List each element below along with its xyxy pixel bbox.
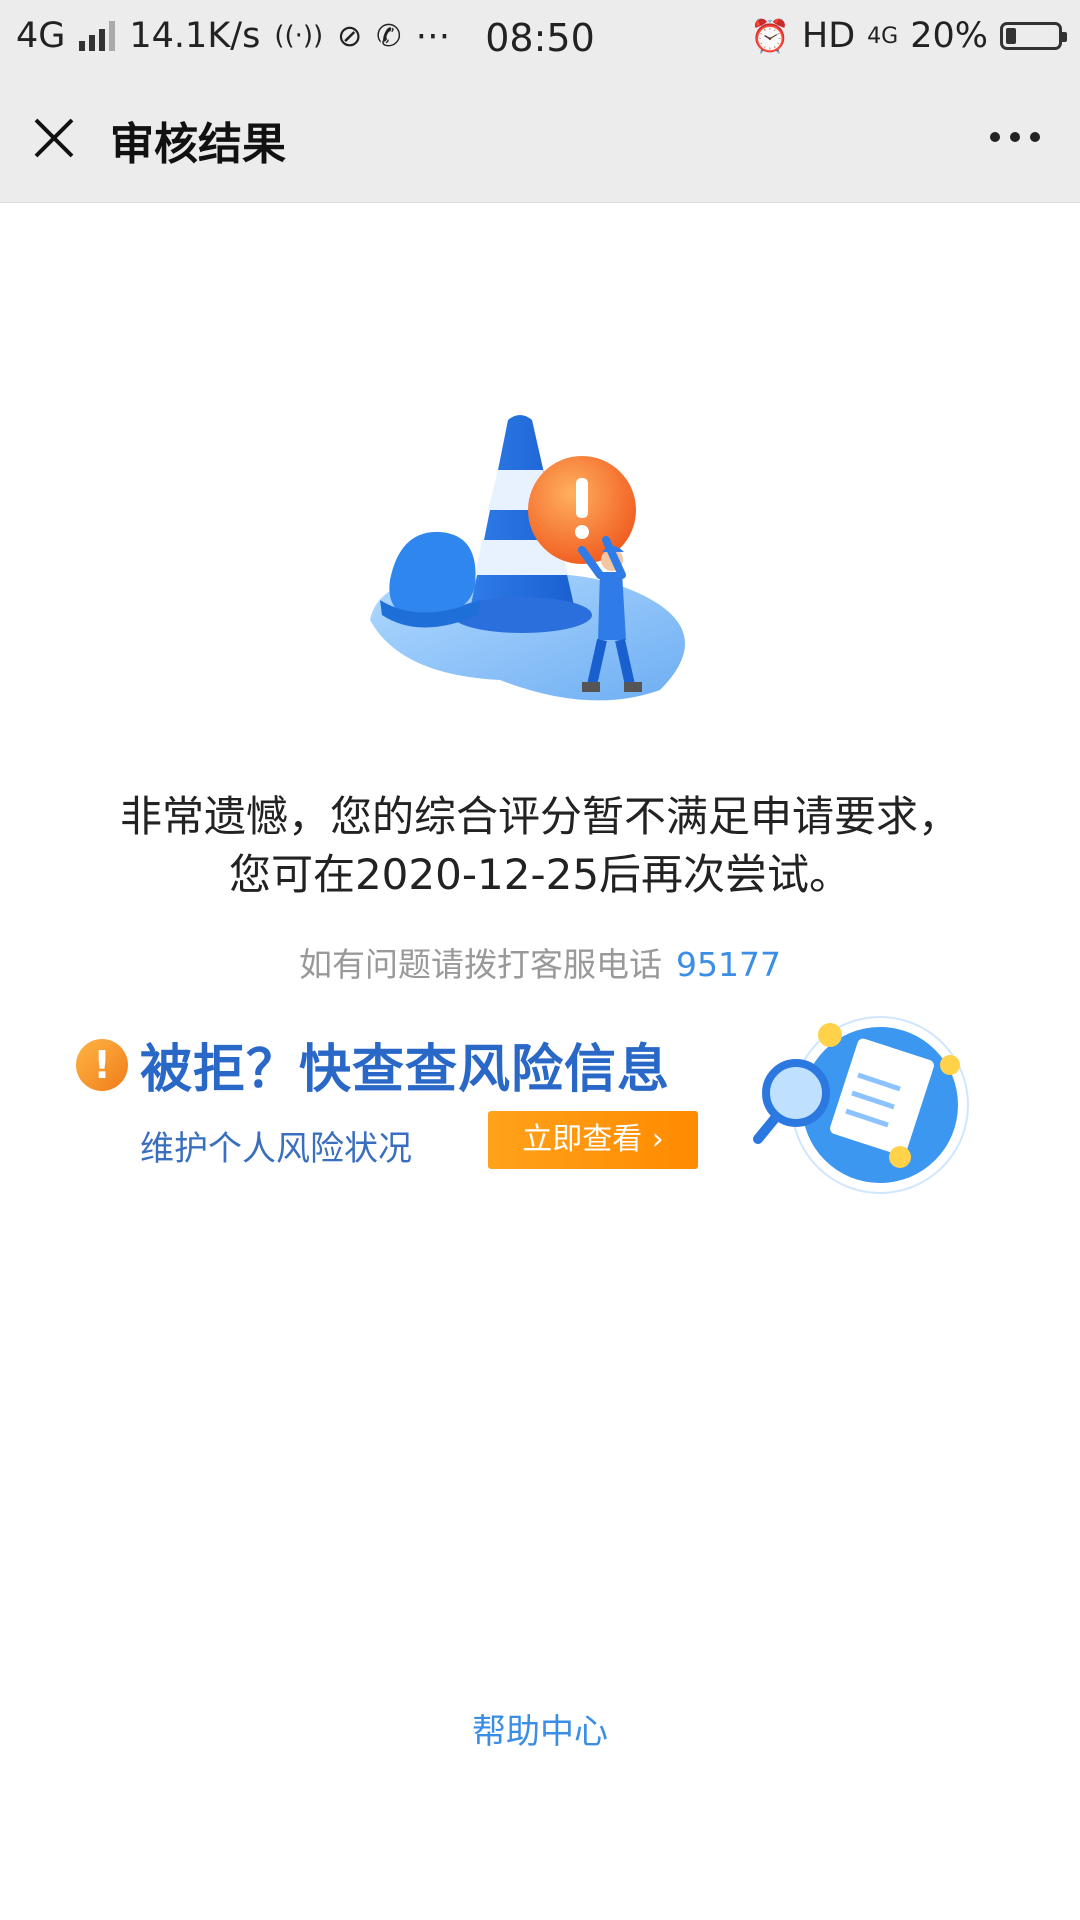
risk-check-banner[interactable]: ! 被拒？快查查风险信息 维护个人风险状况 立即查看 › — [70, 1005, 1010, 1205]
page-title: 审核结果 — [110, 119, 286, 170]
alarm-icon: ⏰ — [750, 17, 790, 55]
warning-icon: ! — [76, 1039, 128, 1091]
banner-subtitle: 维护个人风险状况 — [140, 1129, 412, 1169]
report-magnifier-icon — [750, 1005, 980, 1205]
hd-label: HD — [801, 16, 856, 56]
help-center-link[interactable]: 帮助中心 — [0, 1704, 1080, 1753]
rejected-illustration — [360, 410, 720, 730]
more-icon[interactable] — [990, 132, 1040, 142]
battery-percent: 20% — [910, 16, 988, 56]
network-4g-label: 4G — [867, 23, 899, 49]
status-right: ⏰ HD 4G 20% — [750, 16, 1067, 56]
contact-prefix: 如有问题请拨打客服电话 — [299, 945, 662, 984]
battery-icon — [1000, 22, 1067, 50]
nav-bar: 审核结果 — [0, 76, 1080, 203]
close-icon[interactable] — [30, 114, 78, 162]
result-message: 非常遗憾，您的综合评分暂不满足申请要求，您可在2020-12-25后再次尝试。 — [119, 792, 960, 899]
banner-title: 被拒？快查查风险信息 — [140, 1040, 671, 1100]
contact-info: 如有问题请拨打客服电话 95177 — [0, 938, 1080, 986]
view-now-button[interactable]: 立即查看 › — [488, 1111, 698, 1169]
customer-service-phone-link[interactable]: 95177 — [676, 945, 781, 984]
status-bar: 4G 14.1K/s ((·)) ⊘ ✆ ⋯ 08:50 ⏰ HD 4G 20% — [0, 0, 1080, 76]
